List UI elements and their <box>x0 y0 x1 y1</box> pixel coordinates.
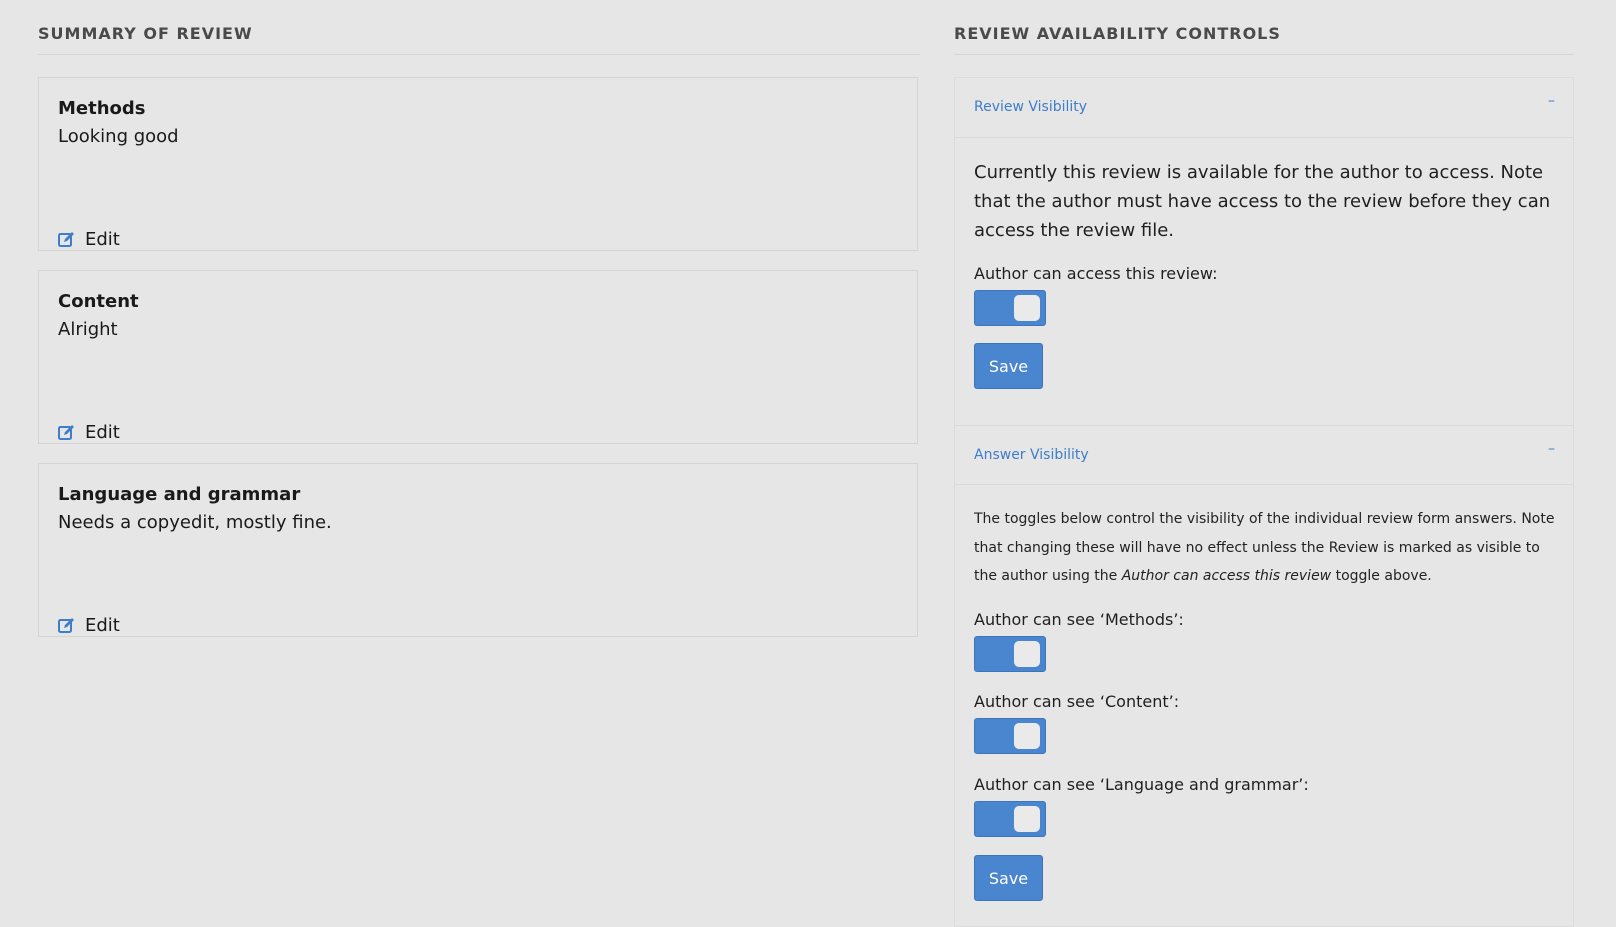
methods-visibility-label: Author can see ‘Methods’: <box>974 610 1184 629</box>
answer-visibility-description: The toggles below control the visibility… <box>974 505 1564 591</box>
card-title: Methods <box>58 98 146 119</box>
description-text: toggle above. <box>1331 568 1432 584</box>
card-text: Alright <box>58 319 118 340</box>
toggle-knob <box>1014 641 1040 667</box>
edit-icon <box>58 232 74 247</box>
toggle-knob <box>1014 295 1040 321</box>
content-visibility-label: Author can see ‘Content’: <box>974 692 1180 711</box>
card-title: Content <box>58 291 139 312</box>
availability-panel: Review Visibility – Currently this revie… <box>954 77 1574 927</box>
summary-heading: SUMMARY OF REVIEW <box>38 0 920 55</box>
review-visibility-description: Currently this review is available for t… <box>974 162 1551 241</box>
edit-label: Edit <box>85 422 120 443</box>
card-text: Looking good <box>58 126 179 147</box>
answer-visibility-header[interactable]: Answer Visibility – <box>955 425 1573 485</box>
language-visibility-toggle[interactable] <box>974 801 1046 837</box>
methods-visibility-toggle[interactable] <box>974 636 1046 672</box>
review-card-content: Content Alright Edit <box>38 270 918 444</box>
language-visibility-label: Author can see ‘Language and grammar’: <box>974 775 1309 794</box>
content-visibility-toggle[interactable] <box>974 718 1046 754</box>
toggle-knob <box>1014 806 1040 832</box>
collapse-icon[interactable]: – <box>1548 441 1555 457</box>
review-visibility-header[interactable]: Review Visibility – <box>955 78 1573 138</box>
save-button[interactable]: Save <box>974 855 1043 901</box>
description-emphasis: Author can access this review <box>1121 568 1332 584</box>
edit-button[interactable]: Edit <box>58 422 120 443</box>
edit-button[interactable]: Edit <box>58 615 120 636</box>
card-text: Needs a copyedit, mostly fine. <box>58 512 332 533</box>
author-access-label: Author can access this review: <box>974 264 1218 283</box>
toggle-knob <box>1014 723 1040 749</box>
edit-label: Edit <box>85 229 120 250</box>
summary-column: SUMMARY OF REVIEW Methods Looking good E… <box>38 0 920 637</box>
edit-label: Edit <box>85 615 120 636</box>
review-card-methods: Methods Looking good Edit <box>38 77 918 251</box>
save-button[interactable]: Save <box>974 343 1043 389</box>
edit-icon <box>58 618 74 633</box>
edit-icon <box>58 425 74 440</box>
answer-visibility-title[interactable]: Answer Visibility <box>974 447 1089 463</box>
controls-column: REVIEW AVAILABILITY CONTROLS Review Visi… <box>954 0 1574 927</box>
review-card-language: Language and grammar Needs a copyedit, m… <box>38 463 918 637</box>
author-access-toggle[interactable] <box>974 290 1046 326</box>
edit-button[interactable]: Edit <box>58 229 120 250</box>
collapse-icon[interactable]: – <box>1548 93 1555 109</box>
card-title: Language and grammar <box>58 484 301 505</box>
review-visibility-title[interactable]: Review Visibility <box>974 99 1087 115</box>
controls-heading: REVIEW AVAILABILITY CONTROLS <box>954 0 1574 55</box>
